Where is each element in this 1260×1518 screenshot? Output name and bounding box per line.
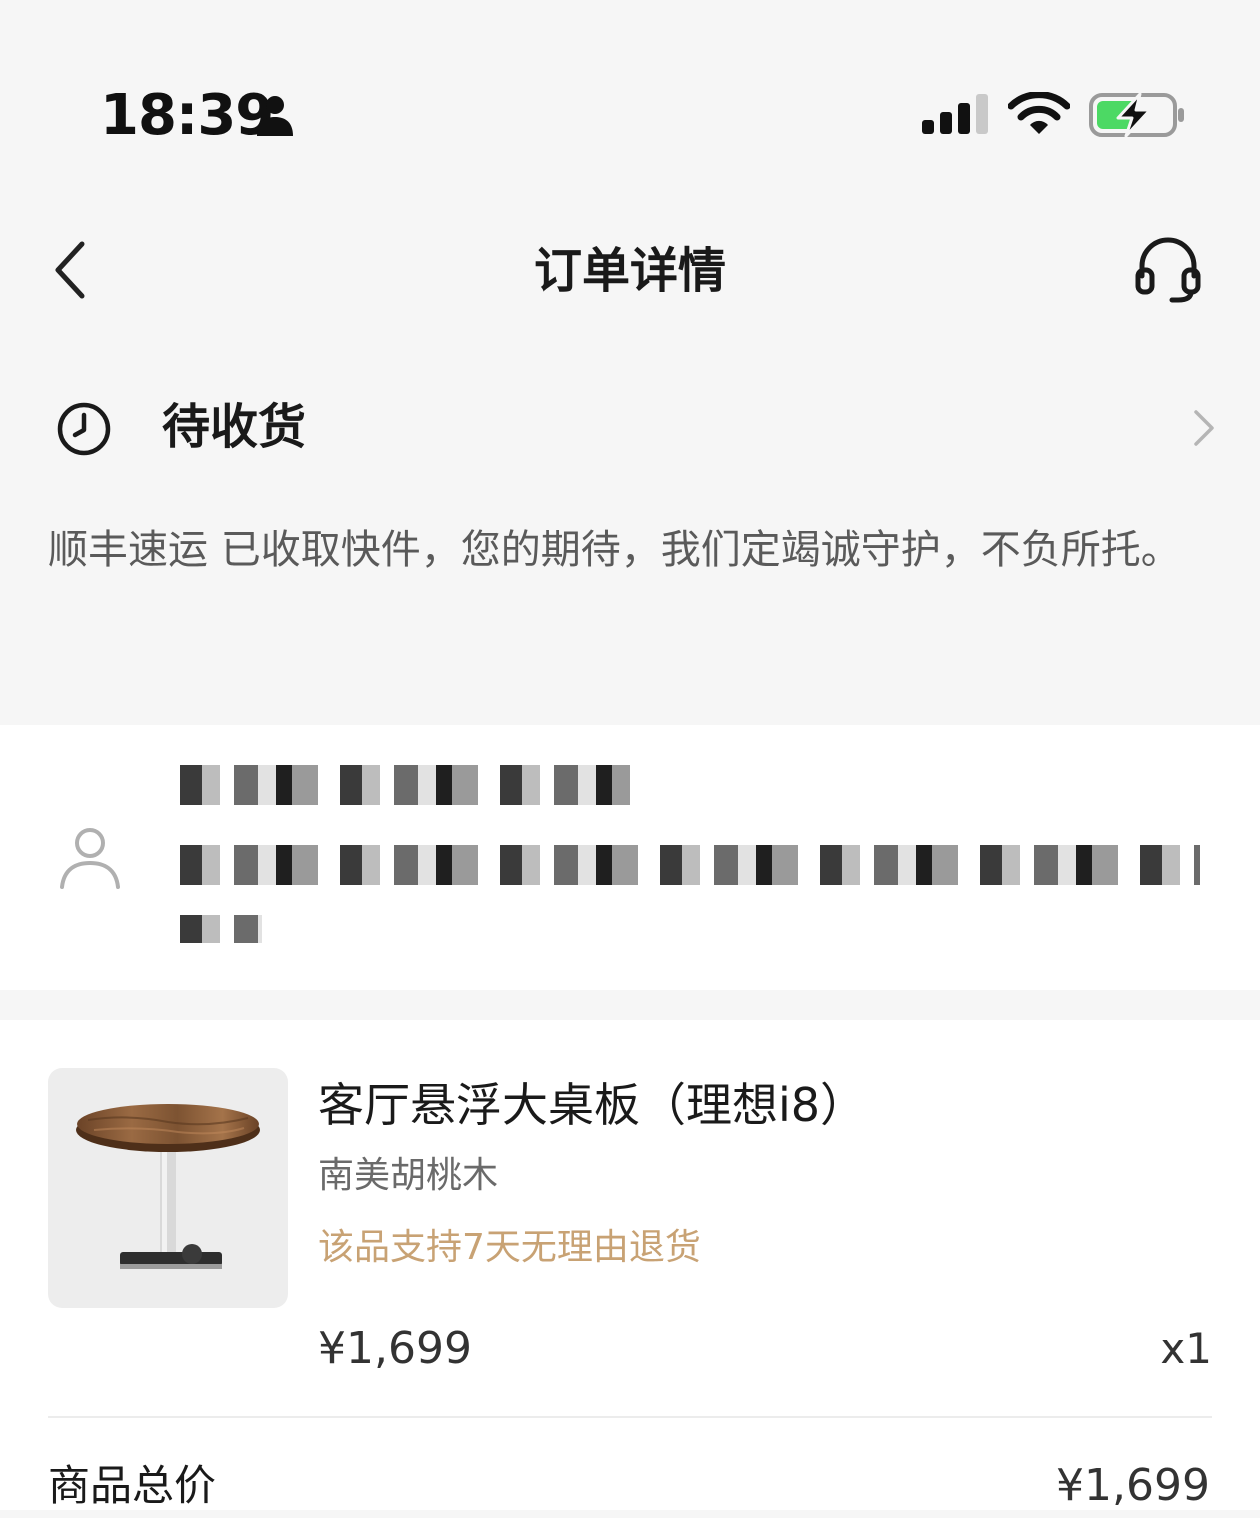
wifi-icon: [1008, 92, 1070, 134]
signal-icon: [922, 94, 988, 134]
product-quantity: x1: [1160, 1324, 1212, 1373]
tracking-message: 顺丰速运 已收取快件，您的期待，我们定竭诚守护，不负所托。: [48, 527, 1181, 573]
status-bar: 18:39: [0, 0, 1260, 200]
product-name[interactable]: 客厅悬浮大桌板（理想i8）: [318, 1072, 866, 1138]
chevron-right-icon: [1194, 410, 1214, 446]
order-status-label: 待收货: [162, 399, 307, 455]
product-variant: 南美胡桃木: [318, 1155, 499, 1196]
divider: [48, 1416, 1212, 1418]
customer-service-button[interactable]: [1128, 230, 1208, 310]
user-icon: [60, 828, 120, 889]
clock-icon: [57, 402, 111, 456]
product-image[interactable]: [48, 1068, 288, 1308]
page-title: 订单详情: [533, 243, 726, 299]
return-policy-note: 该品支持7天无理由退货: [318, 1227, 701, 1268]
redacted-address: [180, 845, 1200, 885]
total-price-label: 商品总价: [48, 1461, 217, 1510]
redacted-address-line-2: [180, 915, 262, 943]
person-icon: [257, 96, 293, 136]
order-status-row[interactable]: 待收货: [0, 380, 1260, 475]
table-product-illustration: [76, 1104, 260, 1269]
battery-charging-icon: [1089, 92, 1184, 138]
product-card: 客厅悬浮大桌板（理想i8） 南美胡桃木 该品支持7天无理由退货 ¥1,699 x…: [0, 1020, 1260, 1511]
product-price: ¥1,699: [318, 1323, 472, 1374]
address-card[interactable]: [0, 725, 1260, 990]
status-time: 18:39: [100, 83, 274, 148]
redacted-recipient-name: [180, 765, 630, 805]
total-price-value: ¥1,699: [1056, 1460, 1210, 1511]
headset-icon: [1135, 237, 1201, 303]
